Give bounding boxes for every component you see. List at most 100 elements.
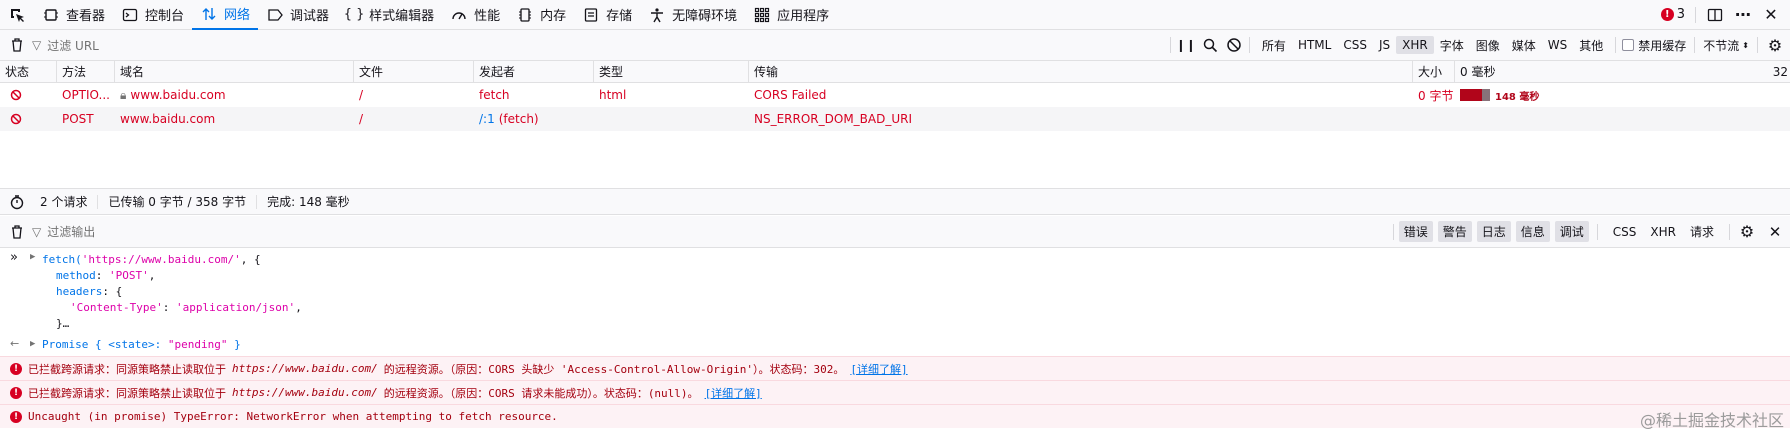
code-line: headers: {: [0, 284, 1790, 300]
code-line: method: 'POST',: [0, 268, 1790, 284]
row-method: OPTIO...: [62, 88, 110, 102]
blocked-icon: [0, 83, 57, 107]
throttle-select[interactable]: 不节流 ⬍: [1703, 37, 1749, 54]
filter-xhr[interactable]: XHR: [1643, 223, 1683, 241]
col-file[interactable]: 文件: [354, 60, 474, 83]
error-icon: !: [10, 386, 22, 399]
stopwatch-icon: [8, 193, 26, 211]
tab-style-editor[interactable]: { } 样式编辑器: [337, 0, 442, 30]
console-error-message[interactable]: ! 已拦截跨源请求：同源策略禁止读取位于 https://www.baidu.c…: [0, 356, 1790, 380]
close-icon[interactable]: ✕: [1762, 5, 1780, 24]
level-errors[interactable]: 错误: [1398, 221, 1433, 242]
tab-performance[interactable]: 性能: [442, 0, 508, 30]
table-row[interactable]: OPTIO... 🔒︎ www.baidu.com / fetch html C…: [0, 83, 1790, 107]
type-filter-css[interactable]: CSS: [1337, 36, 1373, 54]
code-punct: , {: [240, 253, 261, 266]
tab-inspector[interactable]: 查看器: [34, 0, 113, 30]
tab-label: 查看器: [66, 9, 106, 24]
type-filter-html[interactable]: HTML: [1292, 36, 1337, 54]
element-picker-button[interactable]: [0, 0, 34, 30]
col-transfer[interactable]: 传输: [749, 60, 1413, 83]
divider: [1695, 6, 1696, 23]
expand-icon[interactable]: ▶: [30, 339, 35, 349]
tab-network[interactable]: 网络: [192, 0, 259, 30]
row-file: /: [359, 112, 364, 126]
storage-icon: [582, 6, 600, 24]
grid-icon: [753, 6, 771, 24]
type-filter-all[interactable]: 所有: [1256, 35, 1292, 56]
error-icon: !: [1660, 8, 1674, 21]
col-type[interactable]: 类型: [594, 60, 749, 83]
console-output: » ▶ fetch('https://www.baidu.com/', { me…: [0, 248, 1790, 428]
divider: [1248, 37, 1250, 53]
pause-icon[interactable]: ❙❙: [1176, 36, 1196, 54]
expand-icon[interactable]: ▶: [30, 252, 35, 262]
tab-storage[interactable]: 存储: [574, 0, 640, 30]
type-filter-font[interactable]: 字体: [1434, 35, 1470, 56]
row-waterfall: [1455, 107, 1790, 131]
tab-label: 控制台: [145, 9, 185, 24]
search-icon[interactable]: [1201, 36, 1219, 54]
tab-accessibility[interactable]: 无障碍环境: [640, 0, 745, 30]
waterfall-time: 148 毫秒: [1495, 91, 1540, 103]
url-filter-input[interactable]: ▽ 过滤 URL: [26, 37, 1170, 54]
type-filter-media[interactable]: 媒体: [1506, 35, 1542, 56]
row-type: [594, 107, 749, 131]
type-filter-js[interactable]: JS: [1373, 36, 1396, 54]
trash-icon[interactable]: [8, 223, 26, 241]
tab-label: 存储: [606, 9, 633, 24]
table-row[interactable]: POST www.baidu.com / /:1 (fetch) NS_ERRO…: [0, 107, 1790, 131]
type-filter-xhr[interactable]: XHR: [1396, 36, 1434, 54]
tab-application[interactable]: 应用程序: [745, 0, 837, 30]
tab-console[interactable]: 控制台: [113, 0, 192, 30]
block-icon[interactable]: [1225, 36, 1243, 54]
code-punct: :: [162, 301, 176, 314]
col-size[interactable]: 大小: [1413, 60, 1455, 83]
divider: [1694, 37, 1696, 53]
level-logs[interactable]: 日志: [1476, 221, 1511, 242]
col-status[interactable]: 状态: [0, 60, 57, 83]
col-method[interactable]: 方法: [57, 60, 115, 83]
disable-cache-checkbox[interactable]: 禁用缓存: [1622, 37, 1686, 54]
close-icon[interactable]: ✕: [1766, 223, 1784, 241]
row-size: 0 字节: [1418, 88, 1454, 103]
gear-icon[interactable]: ⚙: [1766, 36, 1784, 55]
col-initiator[interactable]: 发起者: [474, 60, 594, 83]
code-punct: }…: [56, 317, 70, 330]
type-filter-other[interactable]: 其他: [1573, 35, 1609, 56]
level-debug[interactable]: 调试: [1554, 221, 1589, 242]
code-string: 'https://www.baidu.com/': [81, 253, 241, 266]
dock-icon[interactable]: [1706, 6, 1724, 24]
more-options-icon[interactable]: ⋯: [1734, 5, 1752, 24]
code-line: }…: [0, 316, 1790, 332]
learn-more-link[interactable]: [详细了解]: [850, 361, 907, 377]
filter-css[interactable]: CSS: [1606, 223, 1644, 241]
filter-requests[interactable]: 请求: [1683, 221, 1721, 242]
tab-debugger[interactable]: 调试器: [258, 0, 337, 30]
console-error-message[interactable]: ! Uncaught (in promise) TypeError: Netwo…: [0, 404, 1790, 428]
braces-icon: { }: [343, 7, 365, 22]
error-url: https://www.baidu.com/: [232, 386, 378, 399]
level-info[interactable]: 信息: [1515, 221, 1550, 242]
network-filter-bar: ▽ 过滤 URL ❙❙ 所有 HTML CSS JS XHR 字体 图像 媒体 …: [0, 30, 1790, 61]
tab-memory[interactable]: 内存: [508, 0, 574, 30]
level-warnings[interactable]: 警告: [1437, 221, 1472, 242]
summary-finish: 完成: 148 毫秒: [267, 195, 350, 209]
code-line: Promise { <state>: "pending" }: [0, 334, 1790, 353]
type-filter-image[interactable]: 图像: [1470, 35, 1506, 56]
console-error-message[interactable]: ! 已拦截跨源请求：同源策略禁止读取位于 https://www.baidu.c…: [0, 380, 1790, 404]
gear-icon[interactable]: ⚙: [1738, 222, 1756, 241]
divider: [1169, 37, 1171, 53]
trash-icon[interactable]: [8, 36, 26, 54]
checkbox-box: [1622, 39, 1635, 51]
col-waterfall[interactable]: 0 毫秒 32: [1455, 61, 1790, 83]
console-result-entry: ← ▶ Promise { <state>: "pending" }: [0, 334, 1790, 356]
row-type: html: [599, 88, 627, 102]
row-initiator: (fetch): [498, 112, 539, 126]
error-count-badge[interactable]: ! 3: [1660, 7, 1685, 22]
col-domain[interactable]: 域名: [115, 60, 354, 83]
console-filter-input[interactable]: ▽ 过滤输出: [26, 223, 1393, 240]
learn-more-link[interactable]: [详细了解]: [705, 385, 762, 401]
initiator-link[interactable]: /:1: [479, 112, 495, 126]
type-filter-ws[interactable]: WS: [1542, 36, 1573, 54]
